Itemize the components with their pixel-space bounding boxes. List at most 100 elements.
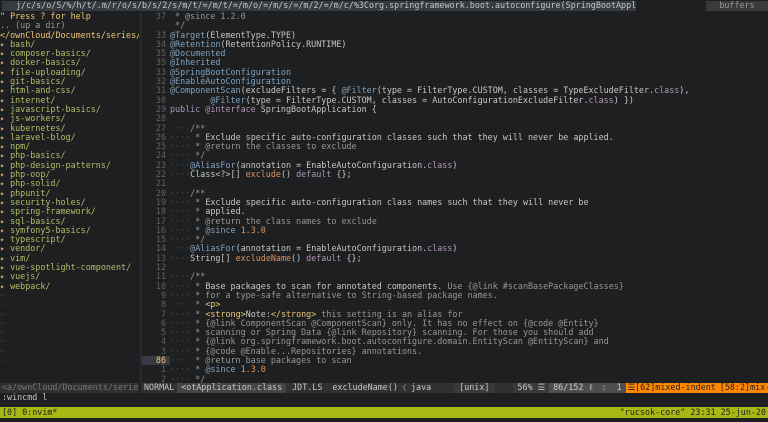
directory-name: bash/ [10,39,36,49]
directory-name: composer-basics/ [10,49,91,59]
code-token: @Filter [341,86,377,96]
directory-item[interactable]: ▸ spring-framework/ [0,207,139,216]
directory-item[interactable]: ▸ sql-basics/ [0,217,139,226]
code-line[interactable]: 10 ···· * Base packages to scan for annot… [142,282,768,291]
code-line[interactable]: 22 ····Class<?>[] exclude() default {}; [142,170,768,179]
directory-name: git-basics/ [10,77,66,87]
line-number: 24 [155,151,166,161]
directory-item[interactable]: ▸ symfony5-basics/ [0,226,139,235]
directory-item[interactable]: ▸ git-basics/ [0,77,139,86]
code-line[interactable]: 3 ···· * {@code @Enable...Repositories} a… [142,347,768,356]
code-token: ···· [170,207,196,217]
line-number: 18 [155,207,166,217]
code-token: ···· [170,225,196,235]
code-line[interactable]: 37 * @since 1.2.0 [142,12,768,21]
current-directory[interactable]: </ownCloud/Documents/series/ [0,31,139,40]
line-number: 33 [155,30,166,40]
collapsed-arrow-icon: ▸ [0,216,11,226]
directory-item[interactable]: ▸ javascript-basics/ [0,105,139,114]
code-line[interactable]: */ [142,21,768,30]
directory-item[interactable]: ▸ php-solid/ [0,179,139,188]
directory-item[interactable]: ▸ typescript/ [0,235,139,244]
directory-item[interactable]: ▸ webpack/ [0,282,139,291]
directory-item[interactable]: ▸ security-holes/ [0,198,139,207]
directory-item[interactable]: ▸ file-uploading/ [0,68,139,77]
directory-item[interactable]: ▸ php-basics/ [0,151,139,160]
code-line[interactable]: 13 ····String[] excludeName() default {}; [142,254,768,263]
tab-current-file[interactable]: j/c/s/o/S/%/h/t/.m/r/o/s/b/s/2/s/m/t/=/m… [2,1,636,11]
code-token: Use {@link #scanBasePackageClasses} [447,281,624,291]
command-line[interactable]: :wincmd l [0,392,768,404]
up-a-dir-item[interactable]: .. (up a dir) [0,21,139,30]
code-line[interactable]: 15 ···· */ [142,235,768,244]
tmux-window-list[interactable]: [0] 0:nvim* [2,407,57,417]
code-line[interactable]: 11 ····/** [142,272,768,281]
code-line[interactable]: 19 ···· * Exclude specific auto-configura… [142,198,768,207]
code-line[interactable]: 34 @Retention(RetentionPolicy.RUNTIME) [142,40,768,49]
code-line[interactable]: 23 ····@AliasFor(annotation = EnableAutoC… [142,161,768,170]
directory-item[interactable]: ▸ vuejs/ [0,272,139,281]
code-line[interactable]: 26 ···· * Exclude specific auto-configura… [142,133,768,142]
code-line[interactable]: 21 [142,179,768,188]
code-token: ···· [170,151,196,161]
collapsed-arrow-icon: ▸ [0,58,11,68]
code-line[interactable]: 86 ···· * @return base packages to scan [142,355,768,366]
code-token: ···· [170,318,196,328]
directory-item[interactable]: ▸ php-oop/ [0,170,139,179]
code-line[interactable]: 24 ···· */ [142,151,768,160]
code-line[interactable]: 33 @SpringBootConfiguration [142,68,768,77]
code-line[interactable]: 35 @Documented [142,49,768,58]
directory-item[interactable]: ▸ laravel-blog/ [0,133,139,142]
code-token: Base packages to scan for annotated comp… [205,281,448,291]
code-token: @Documented [170,49,226,59]
code-line[interactable]: 28 [142,114,768,123]
collapsed-arrow-icon: ▸ [0,114,11,124]
code-line[interactable]: 14 ····@AliasFor(annotation = EnableAutoC… [142,244,768,253]
directory-item[interactable]: ▸ php-design-patterns/ [0,161,139,170]
code-line[interactable]: 25 ···· * @return the classes to exclude [142,142,768,151]
code-line[interactable]: 7 ···· * <strong>Note:</strong> this sett… [142,310,768,319]
code-line[interactable]: 30 @Filter(type = FilterType.CUSTOM, cla… [142,96,768,105]
directory-item[interactable]: ▸ vue-spotlight-component/ [0,263,139,272]
directory-item[interactable]: ▸ composer-basics/ [0,49,139,58]
code-token: @Target [170,30,206,40]
code-line[interactable]: 27 ····/** [142,124,768,133]
directory-item[interactable]: ▸ npm/ [0,142,139,151]
code-line[interactable]: 17 ···· * @return the class names to excl… [142,217,768,226]
code-token: * [195,207,206,217]
collapsed-arrow-icon: ▸ [0,67,11,77]
code-line[interactable]: 32 @EnableAutoConfiguration [142,77,768,86]
code-line[interactable]: 31 @ComponentScan(excludeFilters = { @Fil… [142,86,768,95]
tabline: j/c/s/o/S/%/h/t/.m/r/o/s/b/s/2/s/m/t/=/m… [0,0,768,11]
code-line[interactable]: 35 @Inherited [142,58,768,67]
editor-pane[interactable]: 37 * @since 1.2.0 */33 @Target(ElementTyp… [142,12,768,383]
code-line[interactable]: 6 ···· * {@link ComponentScan @ComponentS… [142,319,768,328]
directory-item[interactable]: ▸ bash/ [0,40,139,49]
directory-item[interactable]: ▸ docker-basics/ [0,58,139,67]
code-line[interactable]: 29 public @interface SpringBootApplicatio… [142,105,768,114]
code-token: Class<?>[] [190,170,246,180]
code-line[interactable]: 4 ···· * {@link org.springframework.boot.… [142,337,768,346]
code-line[interactable]: 1 ···· * @since 1.3.0 [142,365,768,374]
code-line[interactable]: 18 ···· * applied. [142,207,768,216]
code-line[interactable]: 5 ···· * scanning or Spring Data {@link R… [142,328,768,337]
directory-name: security-holes/ [10,197,86,207]
line-number: 37 [155,12,166,21]
directory-item[interactable]: ▸ kubernetes/ [0,124,139,133]
code-line[interactable]: 2 ···· */ [142,375,768,383]
code-line[interactable]: 12 [142,263,768,272]
code-line[interactable]: 8 ···· * <p> [142,300,768,309]
code-line[interactable]: 20 ····/** [142,189,768,198]
directory-item[interactable]: ▸ phpunit/ [0,189,139,198]
code-line[interactable]: 16 ···· * @since 1.3.0 [142,226,768,235]
code-line[interactable]: 33 @Target(ElementType.TYPE) [142,31,768,40]
buffers-label[interactable]: buffers [706,0,768,11]
directory-item[interactable]: ▸ vim/ [0,254,139,263]
code-token: /** [190,123,206,133]
directory-item[interactable]: ▸ html-and-css/ [0,86,139,95]
directory-item[interactable]: ▸ internet/ [0,96,139,105]
directory-item[interactable]: ▸ js-workers/ [0,114,139,123]
code-token: <strong> [205,309,246,319]
directory-item[interactable]: ▸ vendor/ [0,244,139,253]
code-line[interactable]: 9 ···· * for a type-safe alternative to S… [142,291,768,300]
